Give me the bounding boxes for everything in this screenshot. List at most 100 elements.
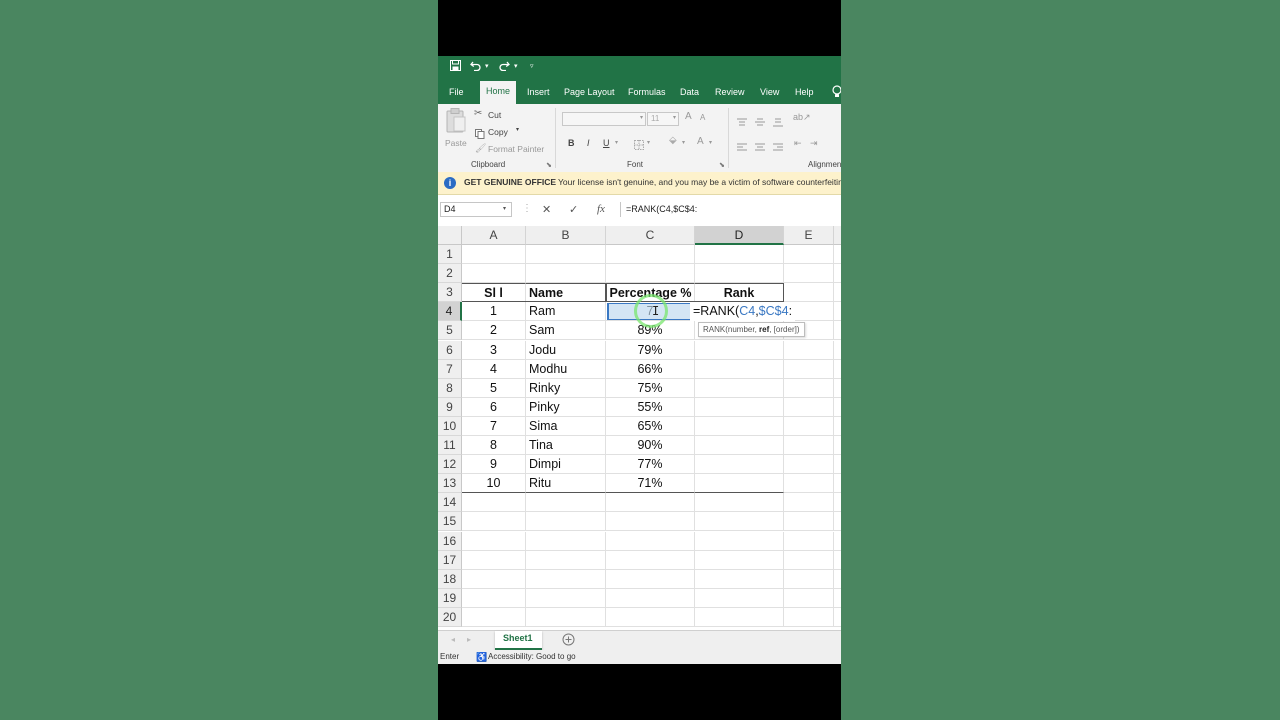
align-right-icon[interactable] bbox=[773, 139, 783, 157]
shrink-font-button[interactable]: A bbox=[700, 113, 705, 122]
cell[interactable] bbox=[834, 321, 841, 341]
row-header[interactable]: 11 bbox=[438, 436, 462, 456]
column-header-c[interactable]: C bbox=[606, 226, 695, 245]
cell[interactable] bbox=[834, 551, 841, 570]
italic-button[interactable]: I bbox=[587, 138, 590, 148]
row-header[interactable]: 17 bbox=[438, 550, 462, 570]
tab-formulas[interactable]: Formulas bbox=[628, 78, 666, 104]
cell[interactable] bbox=[834, 264, 841, 284]
cut-button[interactable]: Cut bbox=[488, 110, 501, 120]
accessibility-status[interactable]: Accessibility: Good to go bbox=[488, 650, 576, 664]
sheet-tab-sheet1[interactable]: Sheet1 bbox=[495, 631, 542, 650]
redo-icon[interactable] bbox=[498, 60, 510, 75]
rank-cell[interactable] bbox=[695, 359, 784, 379]
cell[interactable] bbox=[526, 245, 606, 265]
percentage-cell[interactable]: 55% bbox=[606, 397, 695, 417]
cell[interactable] bbox=[834, 379, 841, 398]
cell[interactable] bbox=[834, 436, 841, 456]
row-header[interactable]: 12 bbox=[438, 455, 462, 475]
customize-toolbar-icon[interactable]: ▿ bbox=[530, 60, 534, 74]
cell[interactable] bbox=[695, 588, 784, 608]
cell[interactable] bbox=[526, 512, 606, 532]
cell[interactable] bbox=[606, 607, 695, 627]
clipboard-launcher-icon[interactable]: ⬊ bbox=[546, 161, 552, 169]
name-cell[interactable]: Sima bbox=[526, 416, 606, 436]
sl-cell[interactable]: 5 bbox=[462, 378, 526, 398]
sl-cell[interactable]: 4 bbox=[462, 359, 526, 379]
rank-cell[interactable] bbox=[695, 436, 784, 456]
cell[interactable] bbox=[784, 397, 834, 417]
cell[interactable] bbox=[462, 245, 526, 265]
rank-cell[interactable] bbox=[695, 340, 784, 360]
percentage-cell[interactable]: 66% bbox=[606, 359, 695, 379]
grow-font-button[interactable]: A bbox=[685, 111, 692, 122]
redo-dropdown-icon[interactable]: ▾ bbox=[514, 60, 518, 74]
cancel-button[interactable]: ✕ bbox=[542, 203, 551, 216]
cell[interactable] bbox=[695, 531, 784, 551]
prev-sheet-icon[interactable]: ◂ bbox=[451, 635, 455, 644]
tab-data[interactable]: Data bbox=[680, 78, 699, 104]
cell[interactable] bbox=[462, 264, 526, 284]
cell[interactable] bbox=[834, 341, 841, 360]
borders-dropdown-icon[interactable]: ▾ bbox=[647, 139, 650, 146]
cell[interactable] bbox=[606, 588, 695, 608]
row-header[interactable]: 7 bbox=[438, 359, 462, 379]
next-sheet-icon[interactable]: ▸ bbox=[467, 635, 471, 644]
cell[interactable] bbox=[462, 550, 526, 570]
align-left-icon[interactable] bbox=[737, 139, 747, 157]
cell[interactable] bbox=[784, 531, 834, 551]
cell[interactable] bbox=[526, 531, 606, 551]
font-launcher-icon[interactable]: ⬊ bbox=[719, 161, 725, 169]
rank-cell[interactable] bbox=[695, 321, 784, 341]
percentage-cell[interactable]: 75% bbox=[606, 378, 695, 398]
underline-button[interactable]: U bbox=[603, 138, 610, 148]
cell[interactable] bbox=[834, 589, 841, 608]
cell[interactable] bbox=[526, 569, 606, 589]
add-sheet-icon[interactable] bbox=[562, 633, 575, 651]
fill-color-dropdown-icon[interactable]: ▾ bbox=[682, 139, 685, 146]
enter-button[interactable]: ✓ bbox=[569, 203, 578, 216]
column-header-a[interactable]: A bbox=[462, 226, 526, 245]
tab-help[interactable]: Help bbox=[795, 78, 814, 104]
column-header-b[interactable]: B bbox=[526, 226, 606, 245]
cell[interactable] bbox=[834, 512, 841, 532]
copy-button[interactable]: Copy bbox=[488, 127, 508, 137]
cell[interactable] bbox=[784, 588, 834, 608]
percentage-cell[interactable]: 79% bbox=[606, 340, 695, 360]
cell[interactable] bbox=[834, 474, 841, 494]
table-header-cell[interactable]: Sl l bbox=[462, 283, 526, 303]
sl-cell[interactable]: 8 bbox=[462, 436, 526, 456]
copy-icon[interactable] bbox=[475, 126, 485, 144]
rank-cell[interactable] bbox=[695, 474, 784, 494]
font-color-dropdown-icon[interactable]: ▾ bbox=[709, 139, 712, 146]
table-header-cell[interactable]: Percentage % bbox=[606, 283, 695, 303]
cell[interactable] bbox=[695, 550, 784, 570]
increase-indent-icon[interactable]: ⇥ bbox=[810, 138, 818, 149]
cell[interactable] bbox=[784, 321, 834, 341]
cell[interactable] bbox=[606, 493, 695, 513]
sl-cell[interactable]: 7 bbox=[462, 416, 526, 436]
row-header[interactable]: 18 bbox=[438, 569, 462, 589]
tab-home[interactable]: Home bbox=[480, 81, 517, 104]
cell[interactable] bbox=[526, 493, 606, 513]
row-header[interactable]: 8 bbox=[438, 378, 462, 398]
cell[interactable] bbox=[834, 570, 841, 589]
cell[interactable] bbox=[695, 264, 784, 284]
cell[interactable] bbox=[695, 569, 784, 589]
rank-cell[interactable] bbox=[695, 397, 784, 417]
row-header[interactable]: 13 bbox=[438, 474, 462, 494]
cell[interactable] bbox=[784, 416, 834, 436]
tab-view[interactable]: View bbox=[760, 78, 779, 104]
name-cell[interactable]: Ritu bbox=[526, 474, 606, 494]
cell[interactable] bbox=[526, 607, 606, 627]
align-top-icon[interactable] bbox=[737, 114, 747, 132]
cell[interactable] bbox=[462, 531, 526, 551]
cell[interactable] bbox=[462, 493, 526, 513]
rank-cell[interactable] bbox=[695, 455, 784, 475]
tab-page-layout[interactable]: Page Layout bbox=[564, 78, 615, 104]
name-cell[interactable]: Jodu bbox=[526, 340, 606, 360]
sl-cell[interactable]: 10 bbox=[462, 474, 526, 494]
formula-bar-splitter-icon[interactable]: ⋮ bbox=[522, 203, 532, 214]
insert-function-button[interactable]: fx bbox=[597, 203, 605, 215]
sl-cell[interactable]: 1 bbox=[462, 302, 526, 322]
